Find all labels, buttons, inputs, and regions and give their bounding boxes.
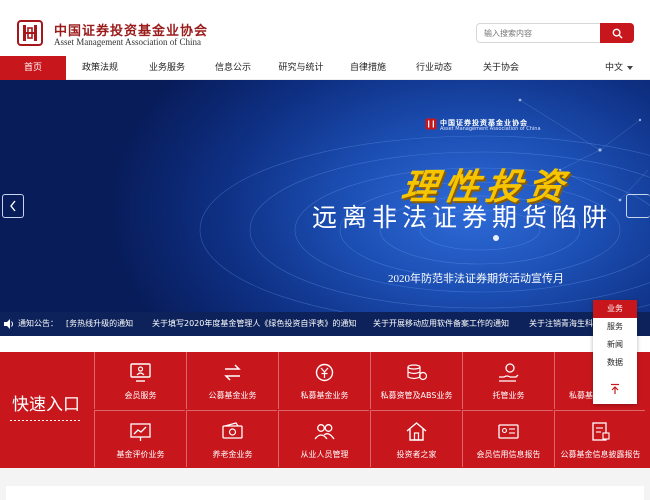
nav-item-industry-news[interactable]: 行业动态 (404, 56, 464, 80)
chart-board-icon (130, 423, 151, 441)
quick-item-investor-home[interactable]: 投资者之家 (370, 410, 461, 467)
yen-coin-icon (315, 363, 334, 382)
wallet-icon (222, 422, 243, 439)
speaker-icon (4, 319, 13, 329)
id-card-icon (498, 424, 519, 439)
nav-item-home[interactable]: 首页 (0, 56, 66, 80)
quick-item-label: 托管业务 (492, 391, 525, 400)
notice-label: 通知公告： (18, 319, 58, 328)
notice-item[interactable]: 关于注销青海生科 (529, 312, 593, 336)
nav-item-business[interactable]: 业务服务 (137, 56, 197, 80)
quick-item-private-fund[interactable]: 私募基金业务 (278, 352, 369, 409)
quick-item-label: 基金评价业务 (116, 450, 165, 459)
logo-title-en[interactable]: Asset Management Association of China (54, 37, 201, 47)
exchange-arrows-icon (224, 364, 241, 381)
float-item-business[interactable]: 业务 (593, 300, 637, 318)
nav-item-disclosure[interactable]: 信息公示 (203, 56, 263, 80)
main-nav: 首页 政策法规 业务服务 信息公示 研究与统计 自律措施 行业动态 关于协会 中… (0, 56, 650, 80)
search-input[interactable] (477, 24, 601, 42)
monitor-user-icon (130, 363, 151, 382)
language-label: 中文 (605, 63, 624, 73)
float-item-service[interactable]: 服务 (593, 318, 637, 336)
arrow-up-icon (611, 383, 619, 394)
quick-item-credit-report[interactable]: 会员信用信息报告 (462, 410, 553, 467)
nav-item-policy[interactable]: 政策法规 (70, 56, 130, 80)
users-icon (314, 424, 335, 440)
carousel-next-button[interactable] (626, 194, 650, 218)
search-icon (612, 28, 623, 39)
notice-item[interactable]: [务热线升级的通知 (66, 312, 133, 336)
quick-item-label: 养老金业务 (212, 450, 253, 459)
quick-item-pension[interactable]: 养老金业务 (186, 410, 277, 467)
carousel-prev-button[interactable] (2, 194, 24, 218)
search-button[interactable] (600, 23, 634, 43)
notice-bar: 通知公告： [务热线升级的通知 关于填写2020年度基金管理人《绿色投资自评表》… (0, 312, 650, 336)
quick-access-panel: 快速入口 会员服务 公募基金业务 私募基金业务 私募资管及ABS业务 托管业务 (0, 352, 650, 468)
chevron-down-icon (627, 65, 634, 70)
quick-item-label: 公募基金业务 (208, 391, 257, 400)
hero-banner[interactable]: 中国证券投资基金业协会 Asset Management Association… (0, 80, 650, 312)
banner-logo-icon (425, 118, 437, 130)
quick-item-label: 会员服务 (124, 391, 157, 400)
quick-item-label: 投资者之家 (396, 450, 437, 459)
nav-item-about[interactable]: 关于协会 (471, 56, 531, 80)
home-icon (406, 422, 427, 441)
quick-item-label: 从业人员管理 (300, 450, 349, 459)
quick-item-fund-rating[interactable]: 基金评价业务 (94, 410, 185, 467)
page: 中国证券投资基金业协会 Asset Management Association… (0, 0, 650, 500)
amac-logo-icon[interactable] (17, 20, 43, 46)
footer-strip (0, 468, 650, 500)
quick-item-label: 会员信用信息报告 (476, 450, 541, 459)
content-panel (6, 486, 644, 500)
quick-item-member-service[interactable]: 会员服务 (94, 352, 185, 409)
quick-item-disclosure-report[interactable]: 公募基金信息披露报告 (554, 410, 645, 467)
hand-coin-icon (499, 363, 519, 382)
nav-item-research[interactable]: 研究与统计 (270, 56, 332, 80)
float-item-data[interactable]: 数据 (593, 354, 637, 372)
notice-item[interactable]: 关于填写2020年度基金管理人《绿色投资自评表》的通知 (152, 312, 356, 336)
search-box (476, 23, 634, 43)
notice-item[interactable]: 关于开展移动应用软件备案工作的通知 (373, 312, 509, 336)
coin-stack-icon (407, 364, 428, 381)
side-float-menu: 业务 服务 新闻 数据 (593, 300, 637, 404)
banner-assoc-name-en: Asset Management Association of China (440, 126, 541, 132)
banner-slogan-sub: 远离非法证券期货陷阱 (312, 203, 613, 232)
back-to-top-button[interactable] (593, 376, 637, 402)
quick-item-public-fund[interactable]: 公募基金业务 (186, 352, 277, 409)
quick-item-label: 私募资管及ABS业务 (380, 391, 453, 400)
dotted-divider-icon (10, 420, 82, 421)
quick-item-private-abs[interactable]: 私募资管及ABS业务 (370, 352, 461, 409)
quick-item-staff-management[interactable]: 从业人员管理 (278, 410, 369, 467)
nav-item-self-discipline[interactable]: 自律措施 (338, 56, 398, 80)
chevron-left-icon (10, 200, 16, 212)
report-lock-icon (592, 422, 610, 441)
quick-access-title-block: 快速入口 (0, 352, 94, 468)
quick-item-label: 公募基金信息披露报告 (560, 450, 641, 459)
quick-item-label: 私募基金业务 (300, 391, 349, 400)
float-item-news[interactable]: 新闻 (593, 336, 637, 354)
language-selector[interactable]: 中文 (605, 56, 634, 80)
banner-caption: 2020年防范非法证券期货活动宣传月 (388, 273, 564, 285)
quick-access-title: 快速入口 (12, 395, 80, 415)
quick-item-custody[interactable]: 托管业务 (462, 352, 553, 409)
header: 中国证券投资基金业协会 Asset Management Association… (0, 0, 650, 56)
